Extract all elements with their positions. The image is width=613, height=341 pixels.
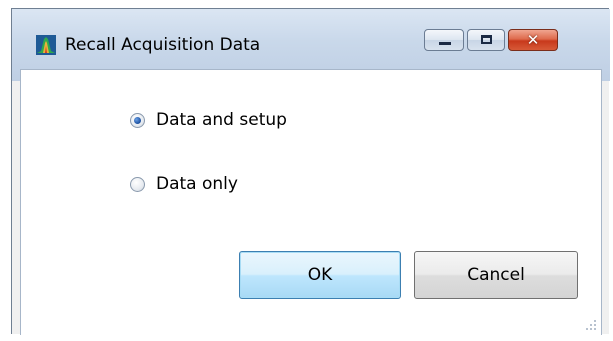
recall-dialog-window: Recall Acquisition Data ✕ Data and setup… bbox=[11, 8, 610, 335]
maximize-icon bbox=[481, 35, 492, 44]
radio-data-only[interactable] bbox=[130, 177, 145, 192]
close-icon: ✕ bbox=[526, 31, 540, 49]
cancel-button[interactable]: Cancel bbox=[414, 251, 578, 299]
window-title: Recall Acquisition Data bbox=[65, 35, 261, 55]
app-waveform-icon bbox=[36, 35, 56, 55]
ok-button[interactable]: OK bbox=[239, 251, 401, 299]
radio-selected-dot bbox=[134, 117, 141, 124]
radio-label-data-and-setup[interactable]: Data and setup bbox=[156, 110, 287, 130]
minimize-button[interactable] bbox=[424, 29, 464, 51]
resize-grip-icon[interactable] bbox=[585, 319, 597, 331]
maximize-button[interactable] bbox=[467, 29, 505, 51]
radio-data-and-setup[interactable] bbox=[130, 113, 145, 128]
minimize-icon bbox=[439, 42, 451, 45]
dialog-content: Data and setup Data only OK Cancel bbox=[20, 69, 602, 335]
radio-label-data-only[interactable]: Data only bbox=[156, 174, 238, 194]
close-button[interactable]: ✕ bbox=[508, 29, 558, 51]
